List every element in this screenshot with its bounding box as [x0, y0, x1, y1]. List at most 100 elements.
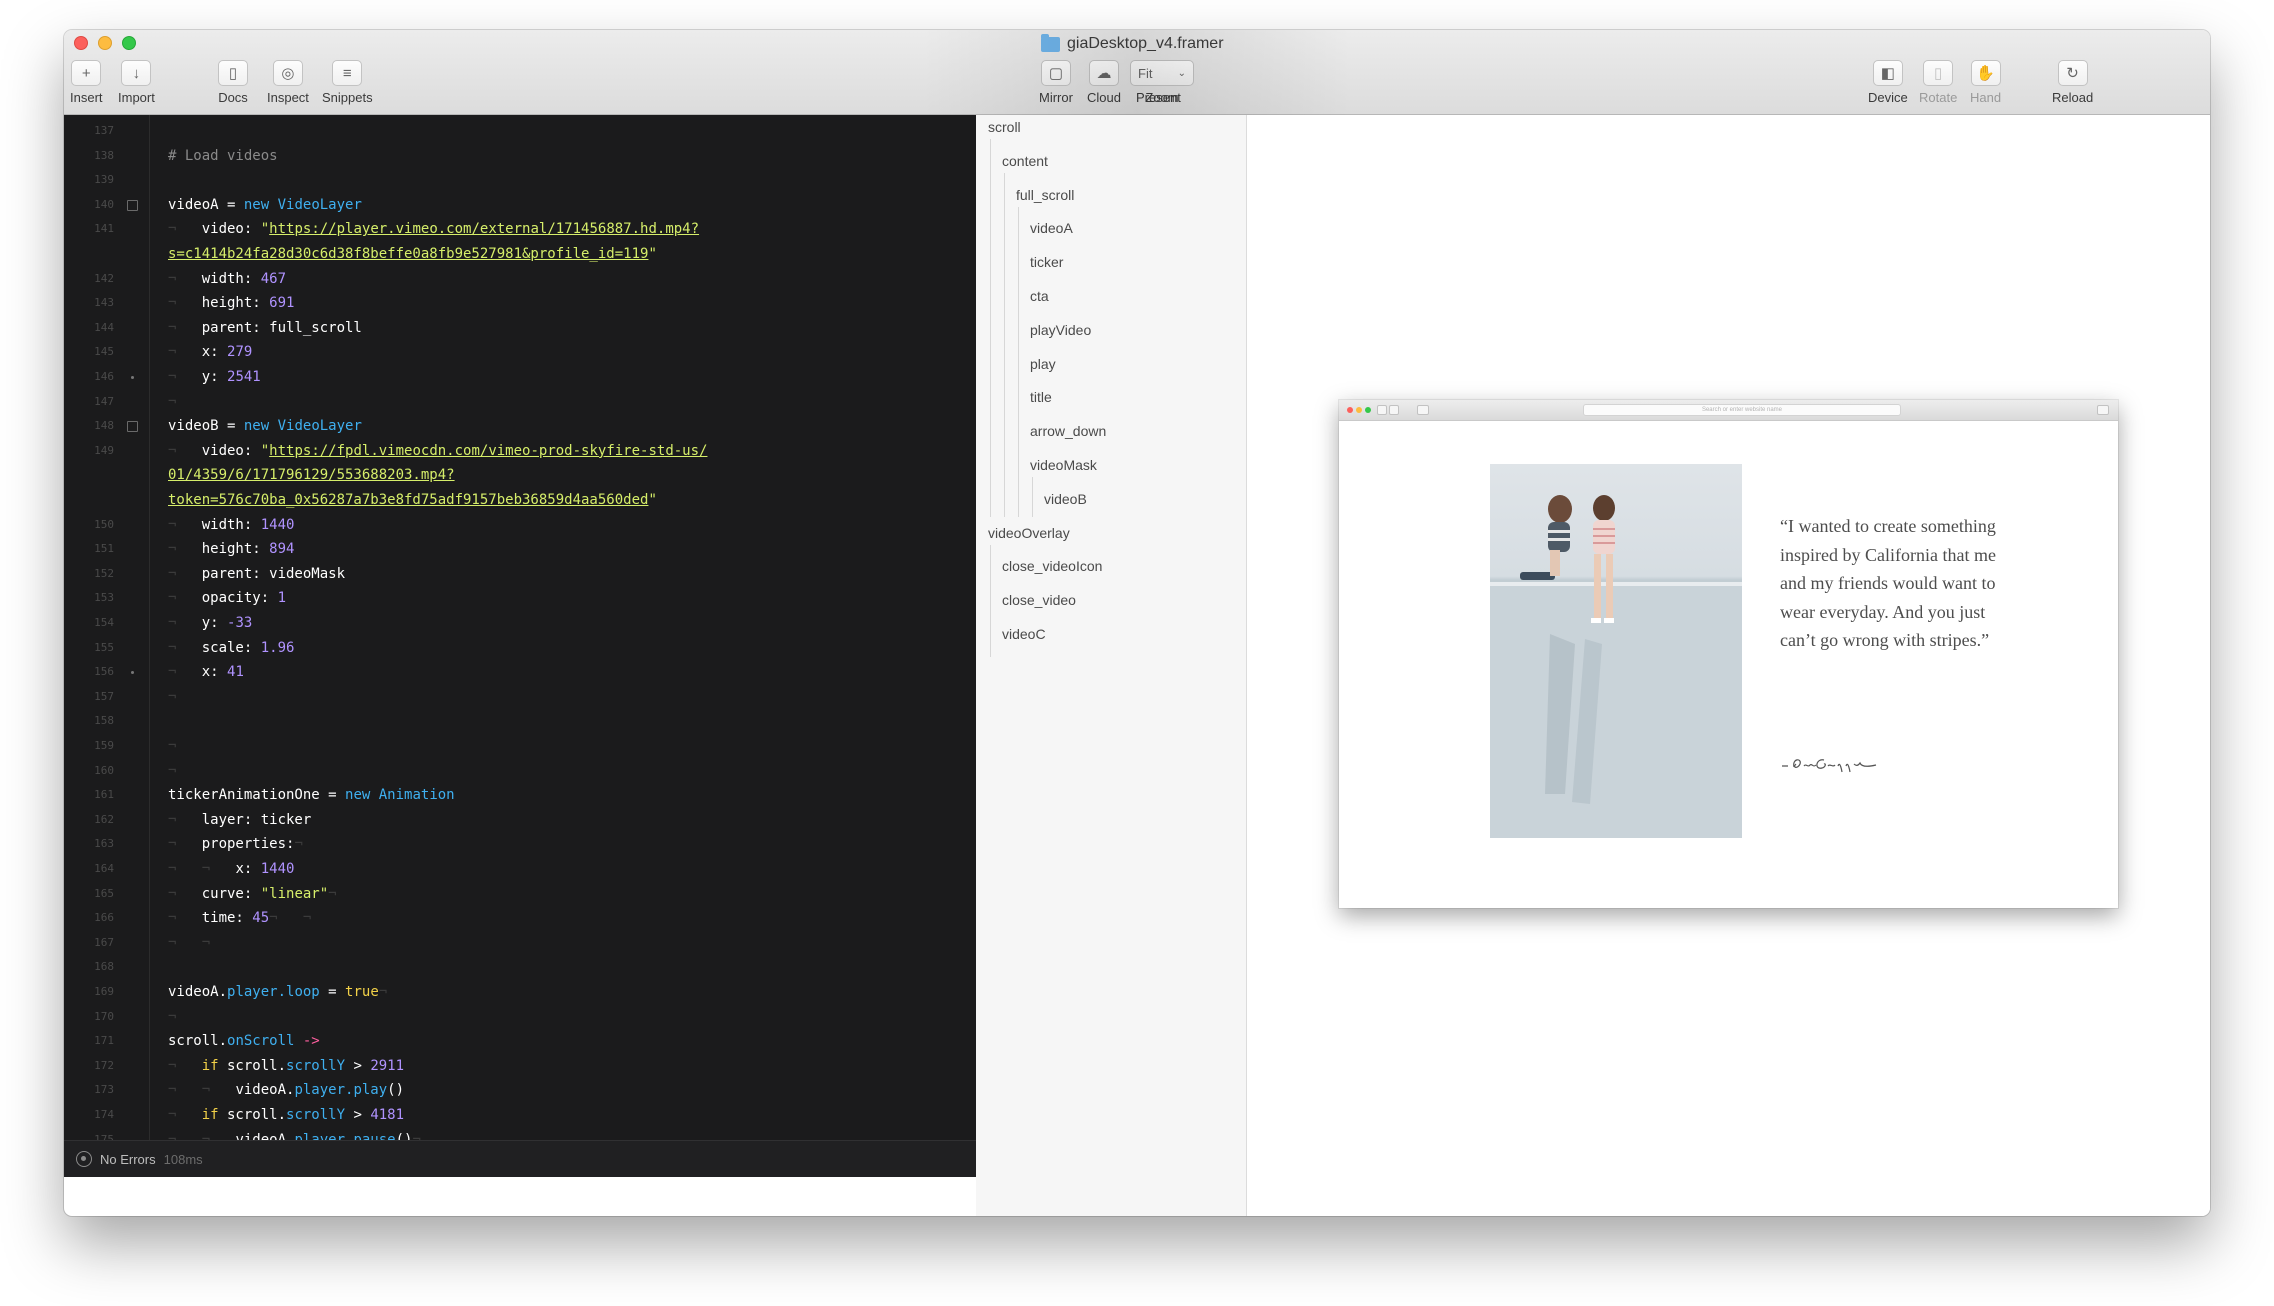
code-line[interactable]: 169 videoA.player.loop = true¬ — [64, 980, 976, 1005]
layer-item-title[interactable]: title — [1030, 386, 1052, 408]
import-button[interactable]: ↓ Import — [118, 60, 155, 105]
code-line[interactable]: 156 ¬ x: 41 — [64, 660, 976, 685]
code-line[interactable]: s=c1414b24fa28d30c6d38f8beffe0a8fb9e5279… — [64, 242, 976, 267]
code-line[interactable]: token=576c70ba_0x56287a7b3e8fd75adf9157b… — [64, 488, 976, 513]
code-text: videoA = new VideoLayer — [168, 193, 362, 218]
code-token: ¬ — [168, 295, 202, 312]
code-line[interactable]: 166 ¬ time: 45¬ ¬ — [64, 906, 976, 931]
code-token: () — [387, 1082, 405, 1099]
code-line[interactable]: 144 ¬ parent: full_scroll — [64, 316, 976, 341]
code-line[interactable]: 152 ¬ parent: videoMask — [64, 562, 976, 587]
layer-item-play[interactable]: play — [1030, 353, 1056, 375]
code-line[interactable]: 146 ¬ y: 2541 — [64, 365, 976, 390]
code-token: new — [243, 196, 270, 213]
code-line[interactable]: 158 — [64, 709, 976, 734]
code-line[interactable]: 141 ¬ video: "https://player.vimeo.com/ex… — [64, 217, 976, 242]
code-text: ¬ — [168, 685, 176, 710]
layer-item-videomask[interactable]: videoMask — [1030, 454, 1097, 476]
status-time: 108ms — [163, 1151, 203, 1167]
code-token: scrollY — [286, 1107, 346, 1123]
code-line[interactable]: 155 ¬ scale: 1.96 — [64, 636, 976, 661]
code-line[interactable]: 171 scroll.onScroll -> — [64, 1029, 976, 1054]
layer-item-content[interactable]: content — [1002, 150, 1048, 172]
code-token: ¬ — [168, 516, 202, 533]
maximize-window-button[interactable] — [122, 36, 136, 50]
layer-item-playvideo[interactable]: playVideo — [1030, 319, 1091, 341]
mini-url-bar: Search or enter website name — [1583, 404, 1901, 416]
code-line[interactable]: 149 ¬ video: "https://fpdl.vimeocdn.com/v… — [64, 439, 976, 464]
code-line[interactable]: 174 ¬ if scroll.scrollY > 4181 — [64, 1103, 976, 1128]
layer-item-close_videoicon[interactable]: close_videoIcon — [1002, 555, 1102, 577]
code-text: ¬ y: 2541 — [168, 365, 261, 390]
close-window-button[interactable] — [74, 36, 88, 50]
layer-item-videob[interactable]: videoB — [1044, 488, 1087, 510]
code-token: y: — [201, 615, 228, 631]
code-line[interactable]: 151 ¬ height: 894 — [64, 537, 976, 562]
code-line[interactable]: 145 ¬ x: 279 — [64, 340, 976, 365]
layer-item-videooverlay[interactable]: videoOverlay — [988, 522, 1070, 544]
line-number: 155 — [94, 640, 114, 654]
cloud-button[interactable]: ☁ Cloud — [1087, 60, 1121, 105]
layer-item-arrow_down[interactable]: arrow_down — [1030, 420, 1106, 442]
code-line[interactable]: 165 ¬ curve: "linear"¬ — [64, 882, 976, 907]
code-line[interactable]: 138 # Load videos — [64, 144, 976, 169]
device-button[interactable]: ◧ Device — [1868, 60, 1908, 105]
code-line[interactable]: 172 ¬ if scroll.scrollY > 2911 — [64, 1054, 976, 1079]
fold-toggle-icon[interactable] — [127, 421, 138, 433]
code-line[interactable]: 163 ¬ properties:¬ — [64, 832, 976, 857]
layer-item-cta[interactable]: cta — [1030, 285, 1049, 307]
code-token: > — [345, 1107, 371, 1123]
code-line[interactable]: 164 ¬ ¬ x: 1440 — [64, 857, 976, 882]
preview-canvas[interactable]: Search or enter website name “I wanted t… — [1247, 115, 2210, 1216]
minimize-window-button[interactable] — [98, 36, 112, 50]
code-line[interactable]: 173 ¬ ¬ videoA.player.play() — [64, 1078, 976, 1103]
code-line[interactable]: 01/4359/6/171796129/553688203.mp4? — [64, 463, 976, 488]
code-line[interactable]: 168 — [64, 955, 976, 980]
layer-item-videoc[interactable]: videoC — [1002, 623, 1046, 645]
code-line[interactable]: 157 ¬ — [64, 685, 976, 710]
snippets-button[interactable]: ≡ Snippets — [322, 60, 373, 105]
code-line[interactable]: 139 — [64, 168, 976, 193]
code-line[interactable]: 150 ¬ width: 1440 — [64, 513, 976, 538]
layer-item-scroll[interactable]: scroll — [988, 116, 1021, 138]
breakpoint-dot-icon — [131, 376, 134, 379]
code-line[interactable]: 143 ¬ height: 691 — [64, 291, 976, 316]
code-editor[interactable]: 137 138 # Load videos 139 140 videoA = new Vi… — [64, 115, 976, 1177]
tree-guide-line — [990, 545, 991, 657]
code-line[interactable]: 170 ¬ — [64, 1005, 976, 1030]
reload-button[interactable]: ↻ Reload — [2052, 60, 2093, 105]
fold-toggle-icon[interactable] — [127, 199, 138, 211]
layer-item-full_scroll[interactable]: full_scroll — [1016, 184, 1074, 206]
docs-button[interactable]: ▯ Docs — [218, 60, 248, 105]
code-line[interactable]: 137 — [64, 119, 976, 144]
code-line[interactable]: 140 videoA = new VideoLayer — [64, 193, 976, 218]
code-token: 467 — [260, 270, 287, 287]
mirror-button[interactable]: ▢ Mirror — [1039, 60, 1073, 105]
code-token: if — [201, 1107, 219, 1123]
reload-icon: ↻ — [2057, 60, 2088, 86]
layer-item-videoa[interactable]: videoA — [1030, 217, 1073, 239]
code-line[interactable]: 162 ¬ layer: ticker — [64, 808, 976, 833]
layer-item-close_video[interactable]: close_video — [1002, 589, 1076, 611]
code-token: ¬ ¬ — [269, 910, 312, 927]
insert-button[interactable]: + Insert — [70, 60, 103, 105]
line-number: 152 — [94, 566, 114, 580]
device-label: Device — [1868, 90, 1908, 105]
code-line[interactable]: 147 ¬ — [64, 390, 976, 415]
code-line[interactable]: 148 videoB = new VideoLayer — [64, 414, 976, 439]
code-line[interactable]: 167 ¬ ¬ — [64, 931, 976, 956]
layer-item-ticker[interactable]: ticker — [1030, 251, 1063, 273]
code-line[interactable]: 142 ¬ width: 467 — [64, 267, 976, 292]
code-line[interactable]: 161 tickerAnimationOne = new Animation — [64, 783, 976, 808]
zoom-select[interactable]: Fit ⌄ — [1130, 60, 1194, 86]
line-number: 165 — [94, 886, 114, 900]
code-line[interactable]: 153 ¬ opacity: 1 — [64, 586, 976, 611]
code-text: videoA.player.loop = true¬ — [168, 980, 387, 1005]
code-line[interactable]: 154 ¬ y: -33 — [64, 611, 976, 636]
code-token: ¬ — [168, 344, 202, 361]
code-line[interactable]: 159 ¬ — [64, 734, 976, 759]
code-line[interactable]: 160 ¬ — [64, 759, 976, 784]
inspect-button[interactable]: ◎ Inspect — [267, 60, 309, 105]
zoom-control[interactable]: Fit ⌄ Zoom — [1130, 60, 1194, 105]
line-number: 172 — [94, 1058, 114, 1072]
